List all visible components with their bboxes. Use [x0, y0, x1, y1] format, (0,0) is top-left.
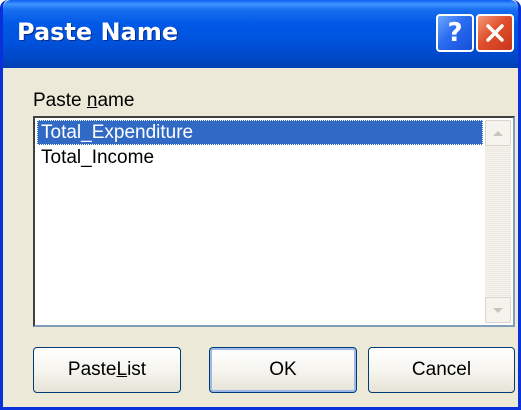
close-button[interactable]: [476, 14, 514, 52]
list-item-total-expenditure[interactable]: Total_Expenditure: [37, 120, 483, 145]
list-item-total-income[interactable]: Total_Income: [37, 145, 483, 170]
scroll-track[interactable]: [485, 146, 511, 297]
close-x-icon: [486, 24, 504, 42]
ok-button[interactable]: OK: [209, 347, 357, 393]
names-list: Total_Expenditure Total_Income: [37, 120, 483, 323]
paste-name-dialog: Paste Name ? Paste name Total_Expenditur…: [0, 0, 521, 410]
paste-name-label-part: Paste: [33, 90, 87, 111]
paste-list-label-part: ist: [127, 359, 147, 380]
paste-list-label-mnemonic: L: [116, 359, 128, 380]
paste-list-label-part: Paste: [67, 359, 117, 380]
dialog-title: Paste Name: [17, 18, 179, 46]
title-bar[interactable]: Paste Name ?: [3, 0, 518, 68]
paste-name-label-part: ame: [97, 90, 135, 111]
scroll-down-button[interactable]: [485, 297, 511, 323]
cancel-label: Cancel: [411, 359, 472, 380]
scroll-up-button[interactable]: [485, 120, 511, 146]
cancel-button[interactable]: Cancel: [368, 347, 515, 393]
arrow-down-icon: [493, 307, 503, 313]
arrow-up-icon: [493, 130, 503, 136]
names-listbox[interactable]: Total_Expenditure Total_Income: [33, 116, 515, 327]
paste-list-button[interactable]: Paste List: [33, 347, 181, 393]
ok-label: OK: [269, 359, 297, 380]
paste-name-label-mnemonic: n: [86, 90, 98, 111]
paste-name-label: Paste name: [33, 90, 134, 112]
help-button[interactable]: ?: [436, 14, 474, 52]
vertical-scrollbar[interactable]: [485, 120, 511, 323]
question-mark-icon: ?: [447, 18, 463, 48]
